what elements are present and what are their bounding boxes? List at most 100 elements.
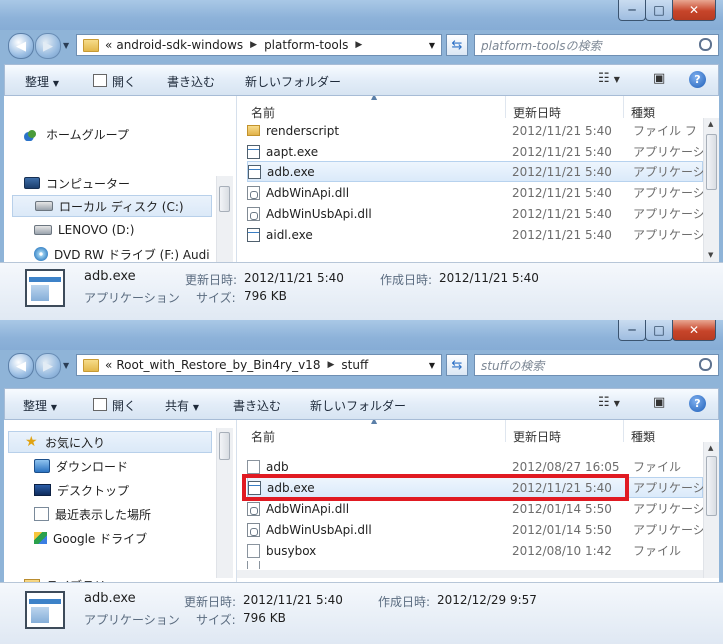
help-icon[interactable]: ? <box>689 71 706 88</box>
address-dropdown-icon[interactable]: ▼ <box>429 41 435 50</box>
file-row[interactable]: aidl.exe 2012/11/21 5:40 アプリケーシ <box>247 224 705 245</box>
breadcrumb-platform-tools[interactable]: platform-tools <box>264 38 348 52</box>
nav-scrollbar[interactable] <box>216 176 233 262</box>
details-pane: adb.exe アプリケーション 更新日時: 2012/11/21 5:40 サ… <box>0 262 723 322</box>
burn-button[interactable]: 書き込む <box>233 397 281 414</box>
open-button[interactable]: 開く <box>93 73 136 90</box>
size-label: サイズ: <box>196 291 236 305</box>
file-row[interactable]: busybox 2012/08/10 1:42 ファイル <box>247 540 703 561</box>
chevron-right-icon[interactable]: ▶ <box>250 40 257 50</box>
file-row[interactable]: renderscript 2012/11/21 5:40 ファイル フ <box>247 120 703 141</box>
breadcrumb-root-with-restore[interactable]: Root_with_Restore_by_Bin4ry_v18 <box>116 358 320 372</box>
file-row-selected[interactable]: adb.exe 2012/11/21 5:40 アプリケーシ <box>247 161 705 182</box>
preview-pane-icon[interactable]: ▣ <box>653 71 665 86</box>
command-bar: 整理 ▼ 開く 共有 ▼ 書き込む 新しいフォルダー ☷ ▼ ▣ ? <box>4 388 719 420</box>
view-options-icon[interactable]: ☷ ▼ <box>598 395 620 410</box>
forward-button[interactable]: ▶ <box>35 353 61 379</box>
nav-favorites[interactable]: ★ お気に入り <box>8 431 212 453</box>
refresh-icon: ⇆ <box>451 37 463 53</box>
nav-recent-places[interactable]: 最近表示した場所 <box>34 503 151 525</box>
title-bar[interactable] <box>0 320 723 350</box>
column-divider[interactable] <box>505 96 506 118</box>
back-arrow-icon: ◀ <box>16 358 26 374</box>
nav-homegroup[interactable]: ホームグループ <box>24 123 129 145</box>
file-row[interactable]: aapt.exe 2012/11/21 5:40 アプリケーシ <box>247 141 705 162</box>
file-list-scrollbar[interactable]: ▲ ▼ <box>703 118 719 262</box>
folder-icon <box>83 38 99 52</box>
chevron-right-icon[interactable]: ▶ <box>327 360 334 370</box>
address-bar[interactable]: « android-sdk-windows ▶ platform-tools ▶… <box>76 34 442 56</box>
scroll-up-icon[interactable]: ▲ <box>708 444 713 452</box>
address-dropdown-icon[interactable]: ▼ <box>429 361 435 370</box>
new-folder-button[interactable]: 新しいフォルダー <box>310 397 406 414</box>
column-divider[interactable] <box>623 96 624 118</box>
nav-desktop[interactable]: デスクトップ <box>34 479 129 501</box>
organize-menu[interactable]: 整理 ▼ <box>23 397 57 414</box>
new-folder-button[interactable]: 新しいフォルダー <box>245 73 341 90</box>
file-row-partial[interactable] <box>247 561 703 569</box>
breadcrumb-overflow[interactable]: « <box>105 358 112 372</box>
sort-up-icon: ▲ <box>371 420 378 425</box>
column-header-type[interactable]: 種類 <box>631 426 655 446</box>
file-row[interactable]: AdbWinUsbApi.dll 2012/11/21 5:40 アプリケーシ <box>247 203 705 224</box>
maximize-button[interactable]: □ <box>645 320 673 341</box>
file-list-scroll-thumb[interactable] <box>706 134 717 190</box>
title-bar[interactable] <box>0 0 723 30</box>
star-icon: ★ <box>25 434 38 450</box>
minimize-button[interactable]: ─ <box>618 320 646 341</box>
column-divider[interactable] <box>505 420 506 442</box>
organize-menu[interactable]: 整理 ▼ <box>25 73 59 90</box>
nav-lenovo-d[interactable]: LENOVO (D:) <box>34 219 134 241</box>
column-divider[interactable] <box>623 420 624 442</box>
nav-google-drive[interactable]: Google ドライブ <box>34 527 147 549</box>
help-icon[interactable]: ? <box>689 395 706 412</box>
nav-scroll-thumb[interactable] <box>219 432 230 460</box>
nav-scroll-thumb[interactable] <box>219 186 230 212</box>
nav-dvd-drive-f[interactable]: DVD RW ドライブ (F:) Audi <box>34 243 210 262</box>
file-row[interactable]: AdbWinApi.dll 2012/11/21 5:40 アプリケーシ <box>247 182 705 203</box>
open-button[interactable]: 開く <box>93 397 136 414</box>
scroll-down-icon[interactable]: ▼ <box>708 251 713 259</box>
refresh-button[interactable]: ⇆ <box>446 34 468 56</box>
column-header-type[interactable]: 種類 <box>631 102 655 122</box>
scroll-up-icon[interactable]: ▲ <box>708 120 713 128</box>
size-label: サイズ: <box>196 613 236 627</box>
file-row[interactable]: AdbWinUsbApi.dll 2012/01/14 5:50 アプリケーシ <box>247 519 705 540</box>
recent-pages-dropdown-icon[interactable]: ▼ <box>63 361 69 370</box>
view-options-icon[interactable]: ☷ ▼ <box>598 71 620 86</box>
refresh-button[interactable]: ⇆ <box>446 354 468 376</box>
minimize-button[interactable]: ─ <box>618 0 646 21</box>
back-button[interactable]: ◀ <box>8 353 34 379</box>
close-button[interactable]: ✕ <box>672 0 716 21</box>
preview-pane-icon[interactable]: ▣ <box>653 395 665 410</box>
blank-file-icon <box>247 561 260 569</box>
column-header-name[interactable]: 名前 <box>251 426 275 446</box>
search-icon[interactable] <box>699 358 712 371</box>
column-header-date[interactable]: 更新日時 <box>513 426 561 446</box>
horizontal-scrollbar[interactable] <box>237 570 703 578</box>
file-row[interactable]: AdbWinApi.dll 2012/01/14 5:50 アプリケーシ <box>247 498 705 519</box>
search-input[interactable]: platform-toolsの検索 <box>474 34 719 56</box>
close-button[interactable]: ✕ <box>672 320 716 341</box>
breadcrumb-stuff[interactable]: stuff <box>341 358 368 372</box>
search-icon[interactable] <box>699 38 712 51</box>
back-button[interactable]: ◀ <box>8 33 34 59</box>
nav-downloads[interactable]: ダウンロード <box>34 455 128 477</box>
maximize-button[interactable]: □ <box>645 0 673 21</box>
file-list-scroll-thumb[interactable] <box>706 456 717 516</box>
nav-scrollbar[interactable] <box>216 428 233 578</box>
chevron-right-icon[interactable]: ▶ <box>355 40 362 50</box>
recent-pages-dropdown-icon[interactable]: ▼ <box>63 41 69 50</box>
burn-button[interactable]: 書き込む <box>167 73 215 90</box>
column-header-name[interactable]: 名前 <box>251 102 275 122</box>
forward-button[interactable]: ▶ <box>35 33 61 59</box>
nav-computer[interactable]: コンピューター <box>24 172 130 194</box>
nav-local-disk-c[interactable]: ローカル ディスク (C:) <box>12 195 212 217</box>
file-list-scrollbar[interactable]: ▲ <box>703 442 719 578</box>
breadcrumb-overflow[interactable]: « <box>105 38 112 52</box>
address-bar[interactable]: « Root_with_Restore_by_Bin4ry_v18 ▶ stuf… <box>76 354 442 376</box>
breadcrumb-android-sdk-windows[interactable]: android-sdk-windows <box>116 38 243 52</box>
share-menu[interactable]: 共有 ▼ <box>165 397 199 414</box>
column-header-date[interactable]: 更新日時 <box>513 102 561 122</box>
search-input[interactable]: stuffの検索 <box>474 354 719 376</box>
